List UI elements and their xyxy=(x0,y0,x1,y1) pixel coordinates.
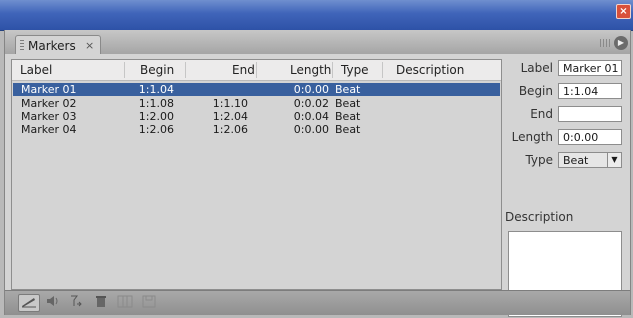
marker-begin-cell: 1:2.00 xyxy=(138,110,174,123)
type-caption: Type xyxy=(525,153,553,167)
length-caption: Length xyxy=(511,130,553,144)
save-icon xyxy=(139,294,159,310)
marker-type-cell: Beat xyxy=(335,83,361,96)
begin-caption: Begin xyxy=(518,84,553,98)
marker-end-cell: 1:2.04 xyxy=(212,110,248,123)
column-separator[interactable] xyxy=(256,62,257,78)
type-select-value: Beat xyxy=(563,154,589,167)
marker-type-cell: Beat xyxy=(335,110,361,123)
tab-close-icon[interactable]: × xyxy=(85,39,94,52)
panel-menu-button[interactable]: ▶ xyxy=(614,36,628,50)
list-header: Label Begin End Length Type Description xyxy=(12,60,501,81)
speaker-icon[interactable] xyxy=(43,294,63,310)
column-header-label[interactable]: Label xyxy=(20,60,52,80)
column-header-begin[interactable]: Begin xyxy=(140,60,174,80)
begin-field[interactable]: 1:1.04 xyxy=(558,83,622,99)
description-caption: Description xyxy=(505,210,574,224)
marker-end-cell: 1:1.10 xyxy=(212,97,248,110)
merge-icon[interactable] xyxy=(67,294,87,310)
marker-length-cell: 0:0.00 xyxy=(293,83,329,96)
panel-grip-icon[interactable] xyxy=(600,39,610,47)
end-field[interactable] xyxy=(558,106,622,122)
window-titlebar: × xyxy=(0,0,633,31)
markers-list[interactable]: Label Begin End Length Type Description … xyxy=(11,59,502,290)
marker-begin-cell: 1:1.04 xyxy=(138,83,174,96)
chevron-down-icon[interactable]: ▼ xyxy=(607,153,621,167)
label-caption: Label xyxy=(520,61,553,75)
column-header-description[interactable]: Description xyxy=(396,60,464,80)
edit-marker-icon[interactable] xyxy=(18,294,40,312)
marker-begin-cell: 1:1.08 xyxy=(138,97,174,110)
marker-label-cell: Marker 01 xyxy=(21,83,77,96)
type-select[interactable]: Beat ▼ xyxy=(558,152,622,168)
tab-markers[interactable]: Markers × xyxy=(15,35,101,56)
marker-begin-cell: 1:2.06 xyxy=(138,123,174,136)
tab-markers-label: Markers xyxy=(28,39,76,53)
marker-type-cell: Beat xyxy=(335,97,361,110)
window-close-button[interactable]: × xyxy=(616,4,631,19)
marker-label-cell: Marker 03 xyxy=(21,110,77,123)
end-caption: End xyxy=(530,107,553,121)
marker-length-cell: 0:0.04 xyxy=(293,110,329,123)
markers-panel: Markers × ▶ Label Begin End Length Type … xyxy=(4,30,631,317)
column-header-type[interactable]: Type xyxy=(341,60,369,80)
marker-length-cell: 0:0.02 xyxy=(293,97,329,110)
marker-type-cell: Beat xyxy=(335,123,361,136)
column-header-end[interactable]: End xyxy=(232,60,255,80)
table-row[interactable]: Marker 01 1:1.04 0:0.00 Beat xyxy=(13,83,500,96)
table-row[interactable]: Marker 04 1:2.06 1:2.06 0:0.00 Beat xyxy=(13,123,500,136)
column-separator[interactable] xyxy=(382,62,383,78)
column-separator[interactable] xyxy=(124,62,125,78)
panel-toolbar xyxy=(5,290,630,315)
tab-grip-icon[interactable] xyxy=(20,40,24,52)
column-separator[interactable] xyxy=(332,62,333,78)
table-row[interactable]: Marker 03 1:2.00 1:2.04 0:0.04 Beat xyxy=(13,110,500,123)
column-separator[interactable] xyxy=(185,62,186,78)
table-row[interactable]: Marker 02 1:1.08 1:1.10 0:0.02 Beat xyxy=(13,97,500,110)
marker-length-cell: 0:0.00 xyxy=(293,123,329,136)
marker-properties: Label Marker 01 Begin 1:1.04 End Length … xyxy=(503,58,627,317)
label-field[interactable]: Marker 01 xyxy=(558,60,622,76)
marker-end-cell: 1:2.06 xyxy=(212,123,248,136)
length-field[interactable]: 0:0.00 xyxy=(558,129,622,145)
panel-content: Label Begin End Length Type Description … xyxy=(5,54,630,317)
panel-tabstrip: Markers × ▶ xyxy=(5,30,630,56)
column-header-length[interactable]: Length xyxy=(290,60,331,80)
marker-label-cell: Marker 02 xyxy=(21,97,77,110)
marker-label-cell: Marker 04 xyxy=(21,123,77,136)
column-icon xyxy=(115,294,135,310)
delete-icon[interactable] xyxy=(91,294,111,310)
